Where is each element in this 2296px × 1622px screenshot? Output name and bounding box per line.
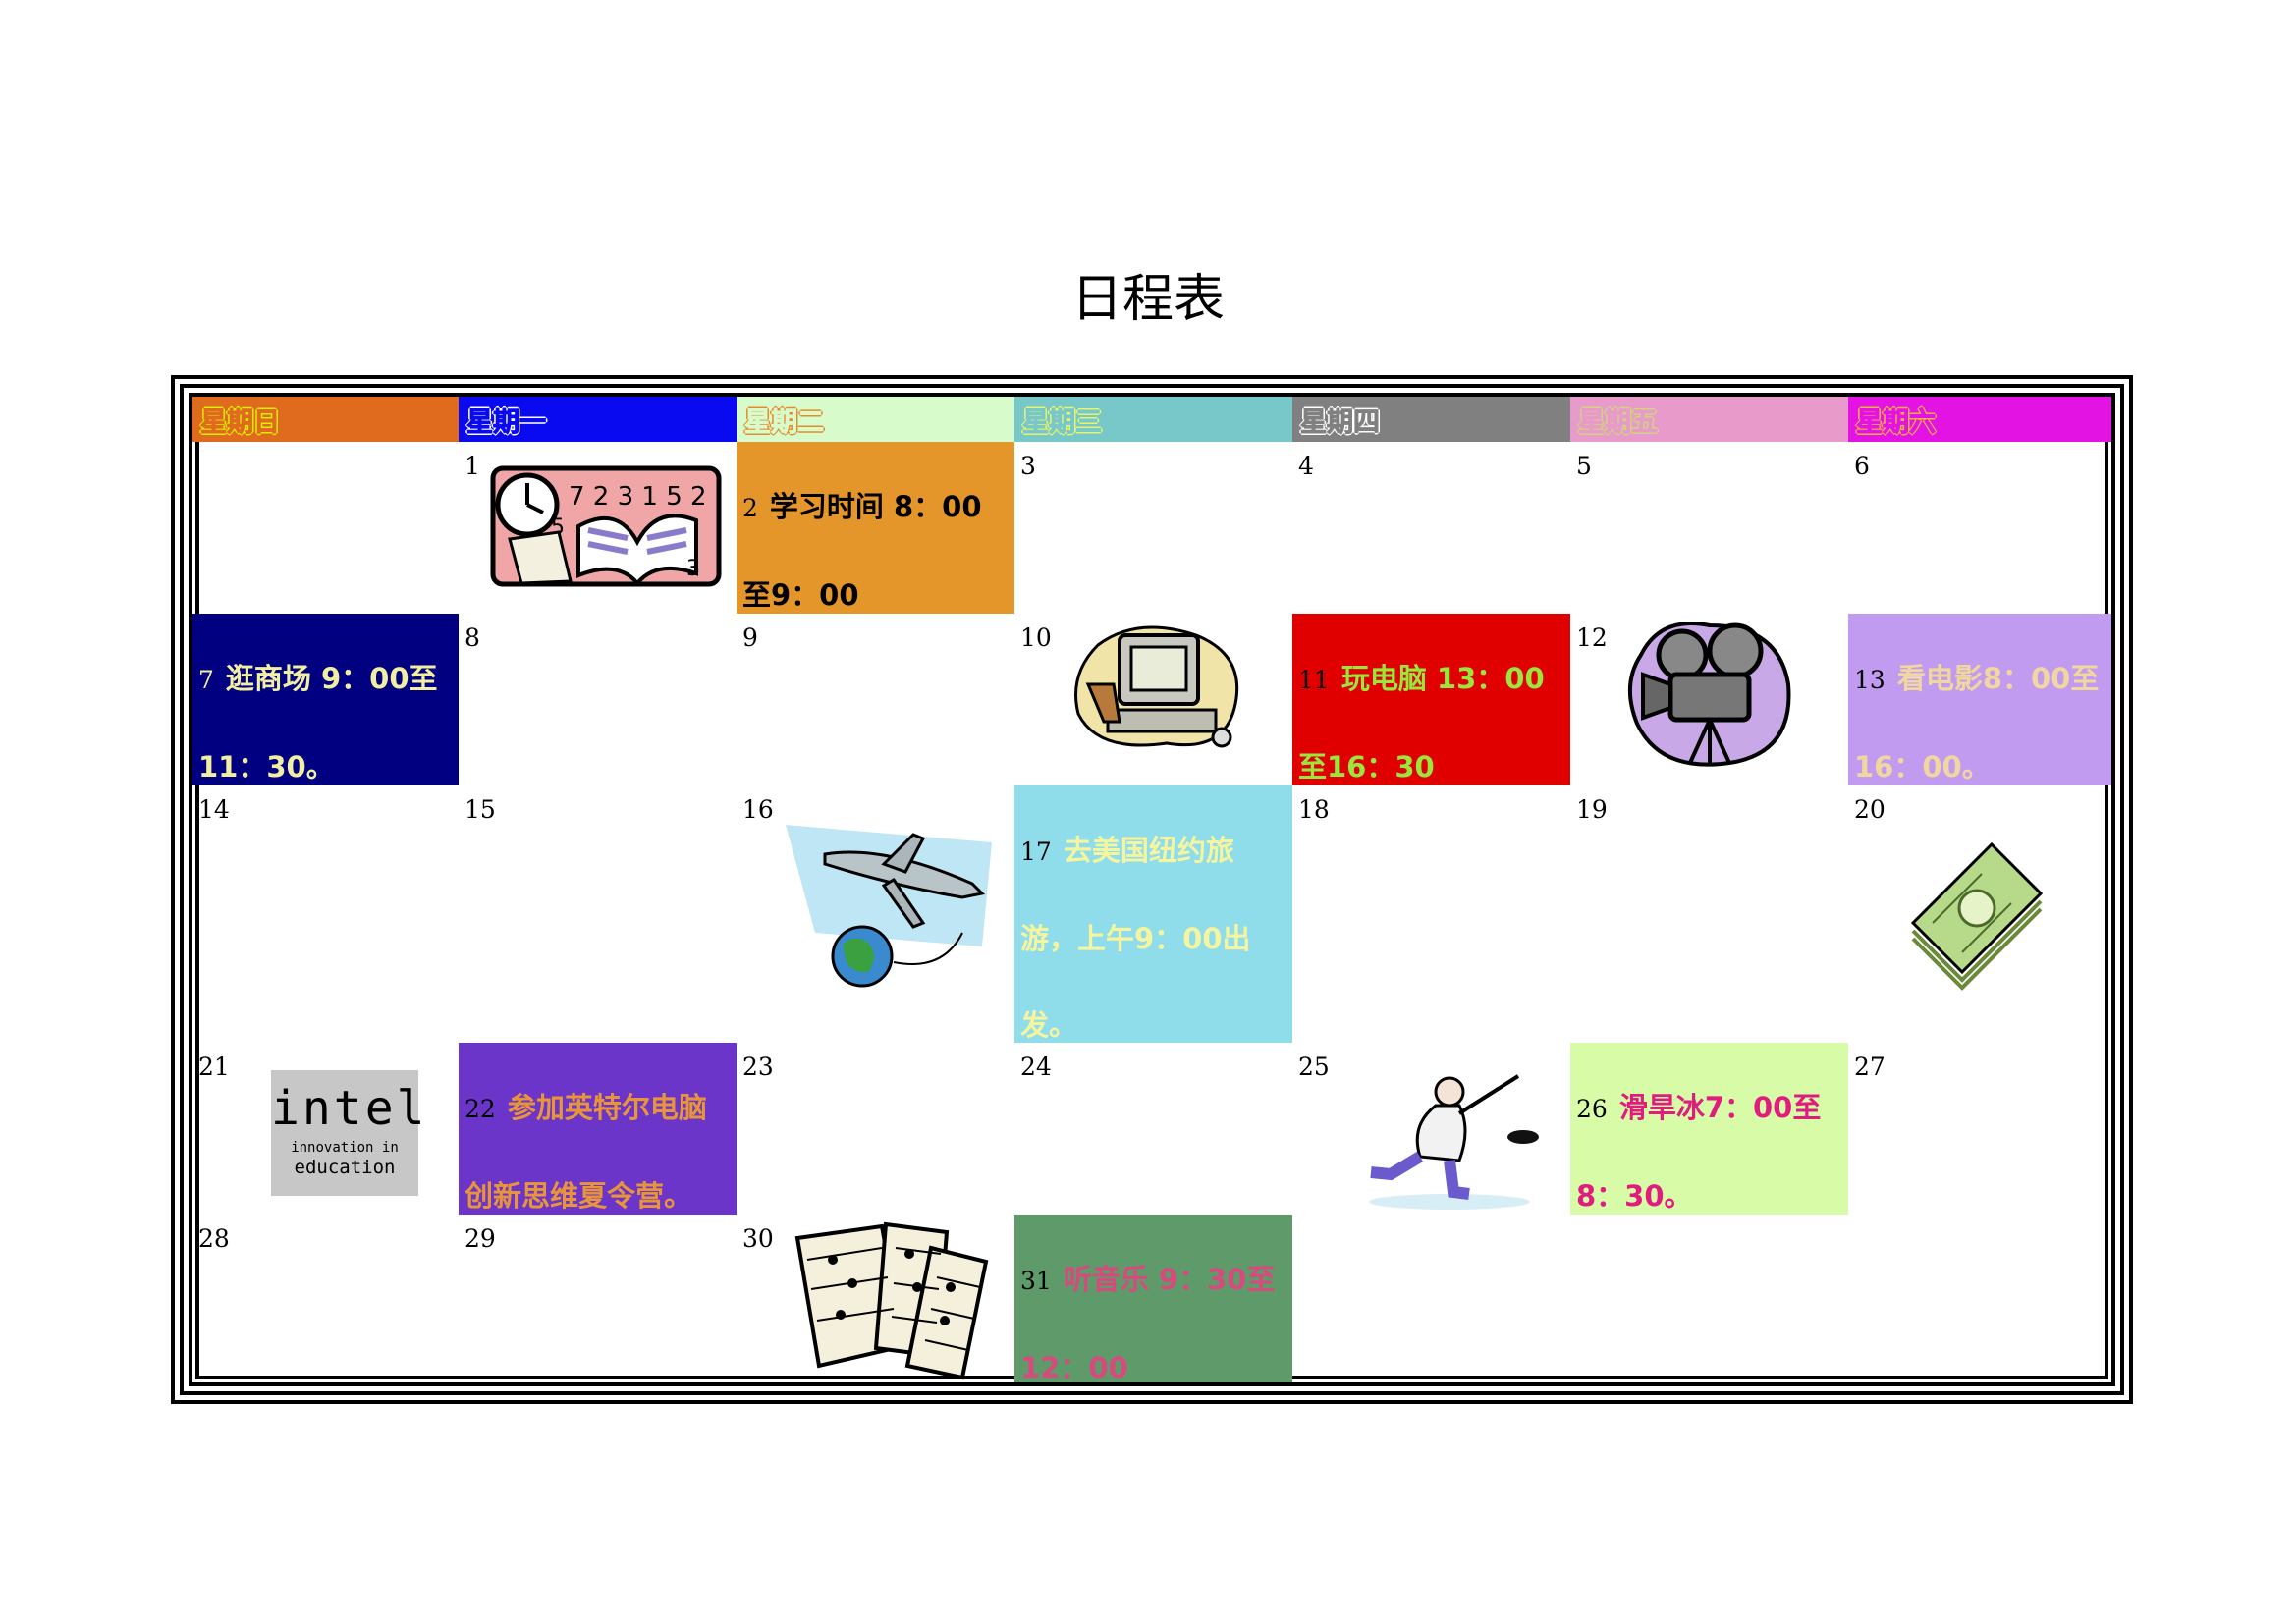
hockey-player-icon [1369,1074,1539,1210]
day-cell-5[interactable]: 5 [1570,442,1848,614]
computer-icon [1074,625,1239,748]
day-number: 5 [1576,452,1592,480]
intel-logo: intel innovation in education [271,1070,428,1196]
day-cell-14[interactable]: 14 [192,785,459,1043]
money-stack-icon [1910,841,2044,991]
day-number: 29 [465,1224,496,1253]
day-number: 23 [742,1053,774,1081]
sheet-music-icon [794,1221,989,1380]
clock-books-icon: 7 2 3 1 5 2 5 3 [490,465,722,587]
day-cell-1[interactable]: 1 7 2 3 1 5 2 5 3 [459,442,737,614]
day-number: 21 [198,1053,230,1081]
day-number: 1 [465,452,480,480]
day-cell-24[interactable]: 24 [1014,1043,1292,1215]
day-cell-30[interactable]: 30 [737,1215,1014,1382]
day-number: 18 [1298,795,1330,824]
event-text: 听音乐 9：30至12：00 [1020,1263,1276,1382]
day-cell-21[interactable]: 21 intel innovation in education [192,1043,459,1215]
day-cell-20[interactable]: 20 [1848,785,2111,1043]
event-text: 看电影8：00至16：00。 [1854,662,2100,784]
page-title: 日程表 [1070,270,1225,329]
day-number: 30 [742,1224,774,1253]
day-cell-16[interactable]: 16 [737,785,1014,1043]
weekday-header-fri: 星期五 [1570,397,1848,442]
day-cell-15[interactable]: 15 [459,785,737,1043]
event-text: 参加英特尔电脑创新思维夏令营。 [465,1091,707,1213]
intel-logo-tagline-2: education [294,1157,396,1178]
event-text: 去美国纽约旅游，上午9：00出发。 [1020,834,1251,1042]
svg-text:3: 3 [686,557,700,581]
weekday-header-thu: 星期四 [1292,397,1570,442]
event-text: 玩电脑 13：00至16：30 [1298,662,1545,784]
weekday-header-wed: 星期三 [1014,397,1292,442]
day-cell-17[interactable]: 17 去美国纽约旅游，上午9：00出发。 [1014,785,1292,1043]
day-cell-25[interactable]: 25 [1292,1043,1570,1215]
day-number: 27 [1854,1053,1886,1081]
day-number: 25 [1298,1053,1330,1081]
day-number: 3 [1020,452,1036,480]
day-number: 12 [1576,623,1608,652]
svg-text:7 2 3 1 5 2: 7 2 3 1 5 2 [569,482,707,512]
day-cell-23[interactable]: 23 [737,1043,1014,1215]
day-number: 20 [1854,795,1886,824]
day-number: 24 [1020,1053,1052,1081]
day-cell-31[interactable]: 31 听音乐 9：30至12：00 [1014,1215,1292,1382]
day-number: 8 [465,623,480,652]
day-cell-18[interactable]: 18 [1292,785,1570,1043]
event-text: 滑旱冰7：00至8：30。 [1576,1091,1822,1213]
movie-camera-icon [1627,622,1791,767]
day-number: 10 [1020,623,1052,652]
weekday-header-sat: 星期六 [1848,397,2111,442]
day-cell-8[interactable]: 8 [459,614,737,785]
day-cell-28[interactable]: 28 [192,1215,459,1382]
day-number: 28 [198,1224,230,1253]
day-cell-27[interactable]: 27 [1848,1043,2111,1215]
day-cell-12[interactable]: 12 [1570,614,1848,785]
day-cell-29[interactable]: 29 [459,1215,737,1382]
day-cell-6[interactable]: 6 [1848,442,2111,614]
intel-logo-brand: intel [271,1081,428,1136]
day-number: 15 [465,795,496,824]
intel-logo-tagline-1: innovation in [291,1140,399,1156]
day-cell-7[interactable]: 7 逛商场 9：00至11：30。 [192,614,459,785]
day-number: 16 [742,795,774,824]
day-cell-13[interactable]: 13 看电影8：00至16：00。 [1848,614,2111,785]
day-number: 6 [1854,452,1870,480]
event-text: 逛商场 9：00至11：30。 [198,662,438,784]
day-cell-2[interactable]: 2 学习时间 8：00至9：00 [737,442,1014,614]
day-cell-22[interactable]: 22 参加英特尔电脑创新思维夏令营。 [459,1043,737,1215]
day-cell-26[interactable]: 26 滑旱冰7：00至8：30。 [1570,1043,1848,1215]
day-number: 14 [198,795,230,824]
event-text: 学习时间 8：00至9：00 [742,490,982,612]
weekday-header-tue: 星期二 [737,397,1014,442]
day-cell-4[interactable]: 4 [1292,442,1570,614]
weekday-header-mon: 星期一 [459,397,737,442]
day-cell-19[interactable]: 19 [1570,785,1848,1043]
calendar-grid: 星期日 星期一 星期二 星期三 星期四 星期五 星期六 1 7 2 3 1 5 … [192,397,2111,1382]
day-cell-9[interactable]: 9 [737,614,1014,785]
day-cell-11[interactable]: 11 玩电脑 13：00至16：30 [1292,614,1570,785]
day-cell-3[interactable]: 3 [1014,442,1292,614]
day-number: 4 [1298,452,1314,480]
day-number: 9 [742,623,758,652]
day-number: 19 [1576,795,1608,824]
weekday-header-sun: 星期日 [192,397,459,442]
airplane-globe-icon [786,825,992,988]
day-cell-10[interactable]: 10 [1014,614,1292,785]
